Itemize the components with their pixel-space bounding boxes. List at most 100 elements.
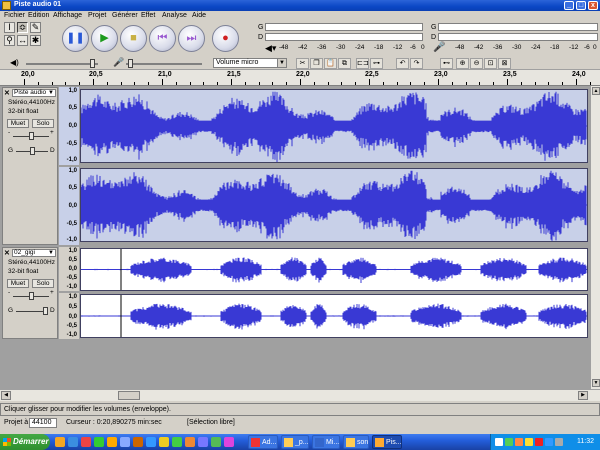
tray-icon[interactable] <box>495 438 503 446</box>
skip-end-button[interactable]: ⏭ <box>178 25 205 52</box>
quicklaunch-icon[interactable] <box>185 437 195 447</box>
chevron-down-icon[interactable]: ▼ <box>277 59 286 67</box>
zoom-in-button[interactable]: ⊕ <box>456 58 469 69</box>
scroll-left-icon[interactable]: ◀ <box>1 391 11 400</box>
pan-slider-thumb[interactable] <box>30 147 35 155</box>
tray-icon[interactable] <box>545 438 553 446</box>
start-button[interactable]: Démarrer <box>0 434 50 450</box>
horizontal-scrollbar[interactable]: ◀ ▶ <box>0 389 600 401</box>
trim-button[interactable]: ⊏⊐ <box>356 58 369 69</box>
play-button[interactable]: ▶ <box>91 25 118 52</box>
microphone-icon[interactable]: 🎤 <box>433 42 445 53</box>
mute-button[interactable]: Muet <box>7 279 29 288</box>
track-name-button[interactable]: 02_gigi ▼ <box>12 249 56 257</box>
tray-icon[interactable] <box>505 438 513 446</box>
tray-icon[interactable] <box>535 438 543 446</box>
quicklaunch-icon[interactable] <box>68 437 78 447</box>
quicklaunch-icon[interactable] <box>107 437 117 447</box>
quicklaunch-icon[interactable] <box>55 437 65 447</box>
close-track-icon[interactable]: ✕ <box>4 89 10 97</box>
zoom-tool-icon[interactable]: ⚲ <box>4 35 15 46</box>
title-bar[interactable]: Piste audio 01 _ □ x <box>0 0 600 11</box>
speaker-icon[interactable]: ◀▾ <box>265 43 276 54</box>
redo-button[interactable]: ↷ <box>410 58 423 69</box>
stop-button[interactable]: ■ <box>120 25 147 52</box>
solo-button[interactable]: Solo <box>32 279 54 288</box>
input-source-select[interactable]: Volume micro ▼ <box>213 58 287 68</box>
gain-slider-thumb[interactable] <box>29 292 34 300</box>
cut-button[interactable]: ✂ <box>296 58 309 69</box>
track-control-panel[interactable]: ✕ Piste audio ▼ Stéréo,44100Hz 32-bit flo… <box>2 87 58 245</box>
envelope-tool-icon[interactable]: ≎ <box>17 22 28 33</box>
track-control-panel[interactable]: ✕ 02_gigi ▼ Stéréo,44100Hz 32-bit float M… <box>2 247 58 339</box>
solo-button[interactable]: Solo <box>32 119 54 128</box>
paste-button[interactable]: 📋 <box>324 58 337 69</box>
quicklaunch-icon[interactable] <box>224 437 234 447</box>
vertical-scrollbar[interactable]: ▲ ▼ <box>590 86 600 389</box>
scale-label: -1,0 <box>66 157 77 163</box>
menu-generer[interactable]: Générer <box>112 12 138 19</box>
waveform-lane[interactable] <box>80 168 588 242</box>
quicklaunch-icon[interactable] <box>120 437 130 447</box>
minimize-button[interactable]: _ <box>564 1 574 10</box>
timeline-ruler[interactable]: 20,0 20,5 21,0 21,5 22,0 22,5 23,0 23,5 … <box>0 69 600 86</box>
tray-icon[interactable] <box>525 438 533 446</box>
fit-project-button[interactable]: ⊠ <box>498 58 511 69</box>
menu-fichier[interactable]: Fichier <box>4 12 25 19</box>
quicklaunch-icon[interactable] <box>94 437 104 447</box>
input-volume-slider[interactable] <box>126 63 202 65</box>
menu-affichage[interactable]: Affichage <box>53 12 82 19</box>
menu-projet[interactable]: Projet <box>88 12 106 19</box>
input-volume-thumb[interactable] <box>128 59 133 68</box>
taskbar-item-active[interactable]: Pis... <box>372 435 402 449</box>
output-volume-slider[interactable] <box>26 63 98 65</box>
close-track-icon[interactable]: ✕ <box>4 249 10 257</box>
record-button[interactable]: ● <box>212 25 239 52</box>
taskbar-item[interactable]: Ad... <box>248 435 278 449</box>
waveform-lane[interactable] <box>80 294 588 338</box>
copy-icon[interactable]: ⧉ <box>338 58 351 69</box>
scroll-right-icon[interactable]: ▶ <box>578 391 588 400</box>
menu-aide[interactable]: Aide <box>192 12 206 19</box>
fit-selection-button[interactable]: ⊡ <box>484 58 497 69</box>
menu-effet[interactable]: Effet <box>141 12 155 19</box>
quicklaunch-icon[interactable] <box>159 437 169 447</box>
timeshift-tool-icon[interactable]: ↔ <box>17 35 28 46</box>
multi-tool-icon[interactable]: ✱ <box>30 35 41 46</box>
taskbar-item[interactable]: _p... <box>281 435 309 449</box>
selection-tool-icon[interactable]: I <box>4 22 15 33</box>
quicklaunch-icon[interactable] <box>211 437 221 447</box>
quicklaunch-icon[interactable] <box>172 437 182 447</box>
undo-button[interactable]: ↶ <box>396 58 409 69</box>
pan-slider-thumb[interactable] <box>43 307 48 315</box>
waveform-lane[interactable] <box>80 248 588 291</box>
scroll-up-icon[interactable]: ▲ <box>592 87 600 95</box>
mute-button[interactable]: Muet <box>7 119 29 128</box>
quicklaunch-icon[interactable] <box>133 437 143 447</box>
taskbar-item[interactable]: Mi... <box>312 435 340 449</box>
quicklaunch-icon[interactable] <box>146 437 156 447</box>
horizontal-scroll-thumb[interactable] <box>118 391 140 400</box>
menu-analyse[interactable]: Analyse <box>162 12 187 19</box>
quicklaunch-icon[interactable] <box>81 437 91 447</box>
output-volume-thumb[interactable] <box>90 59 95 68</box>
skip-start-button[interactable]: ⏮ <box>149 25 176 52</box>
zoom-out-button[interactable]: ⊖ <box>470 58 483 69</box>
copy-button[interactable]: ❐ <box>310 58 323 69</box>
gain-slider-thumb[interactable] <box>29 132 34 140</box>
draw-tool-icon[interactable]: ✎ <box>30 22 41 33</box>
tray-icon[interactable] <box>515 438 523 446</box>
track-name-button[interactable]: Piste audio ▼ <box>12 89 56 97</box>
tray-icon[interactable] <box>555 438 563 446</box>
sync-lock-button[interactable]: ⊷ <box>440 58 453 69</box>
silence-button[interactable]: ⊶ <box>370 58 383 69</box>
close-button[interactable]: x <box>588 1 598 10</box>
project-rate-field[interactable]: 44100 <box>29 418 57 428</box>
pause-button[interactable]: ❚❚ <box>62 25 89 52</box>
scroll-down-icon[interactable]: ▼ <box>592 379 600 387</box>
taskbar-item[interactable]: son <box>343 435 369 449</box>
waveform-lane[interactable] <box>80 89 588 163</box>
menu-edition[interactable]: Edition <box>28 12 49 19</box>
quicklaunch-icon[interactable] <box>198 437 208 447</box>
maximize-button[interactable]: □ <box>576 1 586 10</box>
